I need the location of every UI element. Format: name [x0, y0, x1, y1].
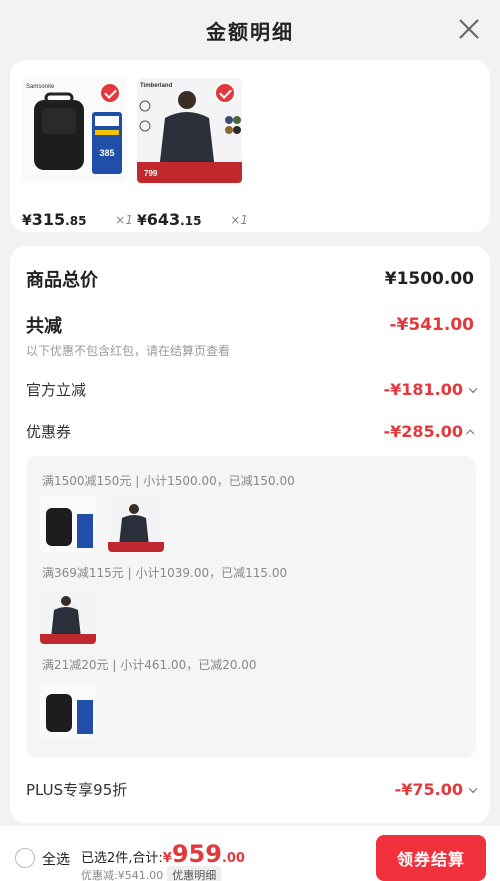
price-details-card: 商品总价 ¥1500.00 共减 -¥541.00 以下优惠不包含红包，请在结算… — [10, 246, 490, 823]
total-label: 商品总价 — [26, 270, 98, 291]
summary-prefix: 已选2件,合计: — [81, 851, 163, 866]
chevron-up-icon[interactable] — [466, 428, 475, 438]
coupon-group-title: 满369减115元 | 小计1039.00，已减115.00 — [42, 566, 288, 580]
order-summary: 已选2件,合计:¥959.00 — [81, 840, 245, 868]
product-brand-label: Timberland — [140, 83, 173, 89]
product-price: ¥315.85 — [22, 210, 87, 229]
selected-check-icon[interactable] — [214, 82, 236, 104]
saved-amount: 优惠减:¥541.00 优惠明细 — [81, 866, 222, 881]
close-icon[interactable] — [456, 16, 482, 42]
modal-title: 金额明细 — [206, 19, 294, 44]
plus-discount-value: -¥75.00 — [394, 780, 463, 799]
official-discount-value: -¥181.00 — [383, 380, 463, 399]
product-item[interactable]: Samsonite 385 ¥315.85 ×1 — [22, 78, 133, 229]
checkout-bar: 全选 已选2件,合计:¥959.00 优惠减:¥541.00 优惠明细 领券结算 — [0, 826, 500, 881]
chevron-down-icon[interactable] — [468, 384, 478, 393]
product-price: ¥643.15 — [137, 210, 202, 229]
modal-header: 金额明细 — [0, 0, 500, 60]
plus-discount-label: PLUS专享95折 — [26, 781, 128, 799]
summary-total: 959 — [171, 840, 222, 868]
product-image-jacket[interactable]: Timberland 799 — [137, 78, 242, 183]
selected-check-icon[interactable] — [99, 82, 121, 104]
discount-detail-button[interactable]: 优惠明细 — [167, 866, 222, 881]
chevron-down-icon[interactable] — [468, 784, 478, 793]
coupon-label: 优惠券 — [26, 423, 72, 441]
select-all-label[interactable]: 全选 — [42, 849, 70, 869]
product-item[interactable]: Timberland 799 ¥643.15 ×1 — [137, 78, 248, 229]
coupon-value: -¥285.00 — [383, 422, 463, 441]
product-promo-price: 799 — [144, 169, 158, 178]
coupon-group-title: 满1500减150元 | 小计1500.00，已减150.00 — [42, 474, 295, 488]
product-image-backpack[interactable]: Samsonite 385 — [22, 78, 127, 183]
discount-label: 共减 — [26, 316, 62, 337]
coupon-row[interactable]: 优惠券 -¥285.00 — [26, 421, 475, 442]
official-discount-label: 官方立减 — [26, 381, 87, 399]
summary-currency: ¥ — [162, 851, 172, 866]
coupon-item-thumb-backpack — [40, 496, 96, 552]
product-promo-price: 385 — [99, 148, 114, 158]
plus-discount-row[interactable]: PLUS专享95折 -¥75.00 — [26, 779, 478, 800]
select-all-radio[interactable] — [15, 848, 35, 868]
coupon-group-title: 满21减20元 | 小计461.00，已减20.00 — [42, 658, 257, 672]
product-list-card: Samsonite 385 ¥315.85 ×1 Timberland 799 … — [10, 60, 490, 232]
product-brand-label: Samsonite — [26, 84, 55, 90]
total-row: 商品总价 ¥1500.00 — [26, 266, 474, 292]
coupon-item-thumb-jacket — [108, 496, 164, 552]
official-discount-row[interactable]: 官方立减 -¥181.00 — [26, 379, 478, 400]
discount-value: -¥541.00 — [389, 315, 475, 335]
discount-row: 共减 -¥541.00 — [26, 312, 474, 338]
checkout-button[interactable]: 领券结算 — [376, 835, 486, 881]
product-qty: ×1 — [115, 213, 133, 227]
discount-note: 以下优惠不包含红包，请在结算页查看 — [26, 344, 231, 358]
product-qty: ×1 — [230, 213, 248, 227]
coupon-item-thumb-backpack — [40, 682, 96, 738]
coupon-groups-panel: 满1500减150元 | 小计1500.00，已减150.00 满369减115… — [26, 456, 476, 758]
total-value: ¥1500.00 — [384, 269, 474, 289]
coupon-item-thumb-jacket — [40, 588, 96, 644]
summary-cents: .00 — [221, 851, 245, 866]
